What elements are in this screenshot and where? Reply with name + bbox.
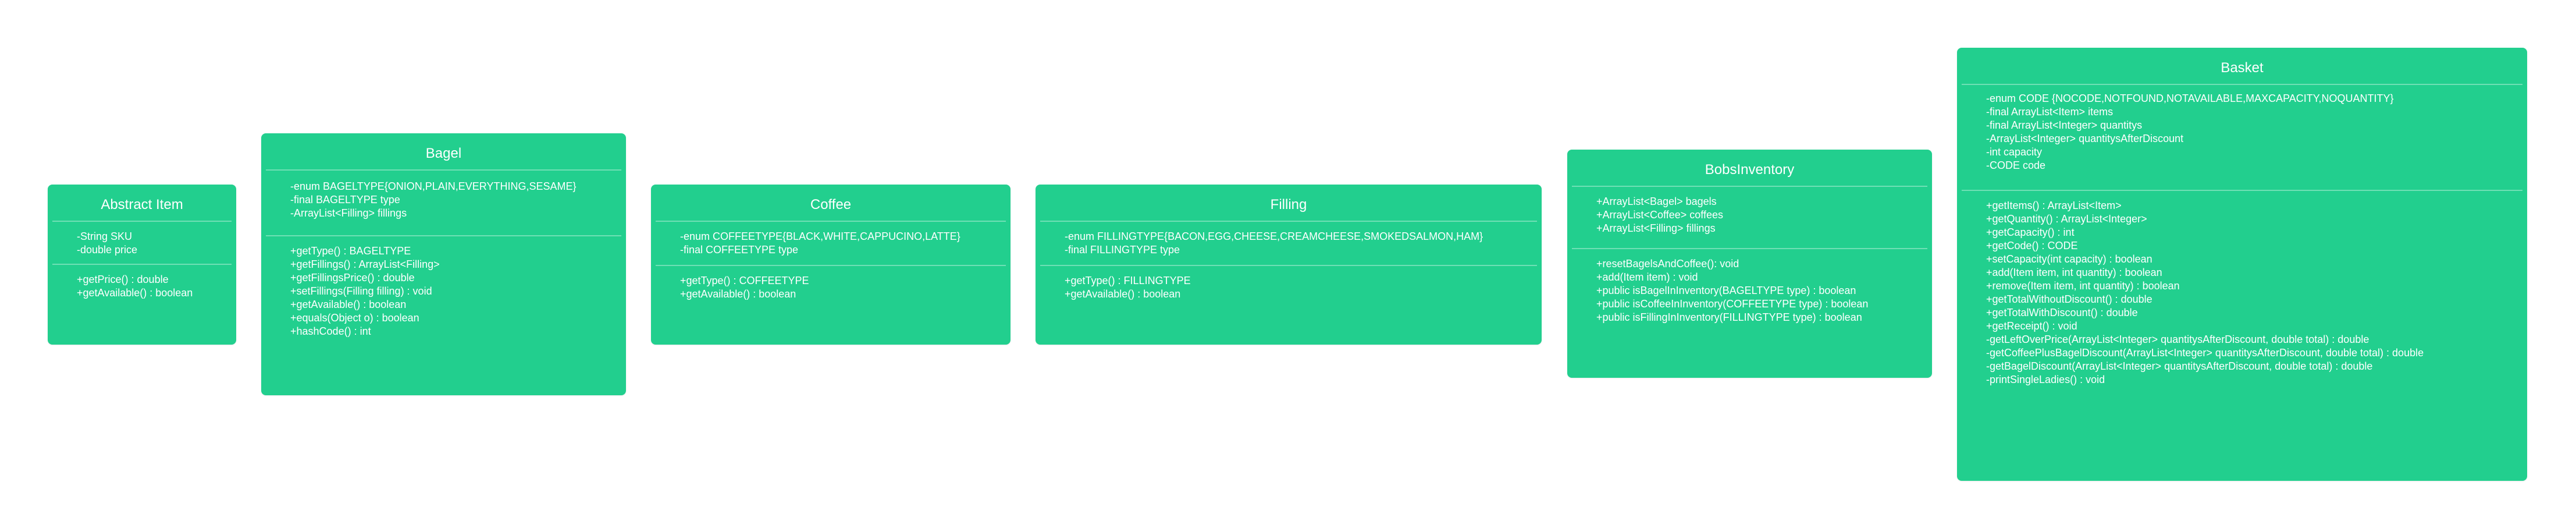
method: -getBagelDiscount(ArrayList<Integer> qua… (1986, 360, 2373, 372)
attribute: -final BAGELTYPE type (290, 194, 400, 205)
class-box-bobsinventory[interactable]: BobsInventory +ArrayList<Bagel> bagels +… (1567, 150, 1932, 378)
method: +getAvailable() : boolean (77, 287, 193, 299)
attribute: -enum FILLINGTYPE{BACON,EGG,CHEESE,CREAM… (1065, 231, 1483, 242)
method: +getCapacity() : int (1986, 226, 2075, 238)
method: +getItems() : ArrayList<Item> (1986, 200, 2122, 211)
method: +getAvailable() : boolean (680, 288, 796, 300)
methods-section: +getType() : COFFEETYPE +getAvailable() … (651, 266, 1011, 311)
method: +getType() : BAGELTYPE (290, 245, 411, 257)
method: +getCode() : CODE (1986, 240, 2078, 251)
class-name: Filling (1270, 197, 1307, 212)
attribute: +ArrayList<Coffee> coffees (1596, 209, 1723, 221)
method: +getPrice() : double (77, 274, 169, 285)
method: +hashCode() : int (290, 325, 371, 337)
attribute: -final ArrayList<Item> items (1986, 106, 2114, 118)
method: +setFillings(Filling filling) : void (290, 285, 432, 297)
attribute: -int capacity (1986, 146, 2043, 158)
attribute: +ArrayList<Filling> fillings (1596, 222, 1716, 234)
methods-section: +getType() : FILLINGTYPE +getAvailable()… (1036, 266, 1542, 311)
attributes-section: +ArrayList<Bagel> bagels +ArrayList<Coff… (1567, 187, 1932, 248)
attribute: +ArrayList<Bagel> bagels (1596, 196, 1717, 207)
method: +getAvailable() : boolean (1065, 288, 1181, 300)
attributes-section: -enum COFFEETYPE{BLACK,WHITE,CAPPUCINO,L… (651, 222, 1011, 265)
methods-section: +getPrice() : double +getAvailable() : b… (48, 265, 236, 310)
method: +resetBagelsAndCoffee(): void (1596, 258, 1739, 270)
methods-section: +getType() : BAGELTYPE +getFillings() : … (261, 236, 626, 349)
class-box-abstract-item[interactable]: Abstract Item -String SKU -double price … (48, 185, 236, 345)
attributes-section: -String SKU -double price (48, 222, 236, 264)
class-box-bagel[interactable]: Bagel -enum BAGELTYPE{ONION,PLAIN,EVERYT… (261, 133, 626, 395)
method: +getTotalWithDiscount() : double (1986, 307, 2138, 318)
class-name: BobsInventory (1705, 162, 1795, 178)
method: +getAvailable() : boolean (290, 299, 407, 310)
attribute: -ArrayList<Filling> fillings (290, 207, 407, 219)
method: +getType() : COFFEETYPE (680, 275, 809, 286)
class-name: Abstract Item (101, 197, 183, 212)
method: -getLeftOverPrice(ArrayList<Integer> qua… (1986, 334, 2369, 345)
method: +getFillings() : ArrayList<Filling> (290, 258, 440, 270)
attribute: -CODE code (1986, 160, 2046, 171)
class-name: Bagel (425, 146, 462, 161)
method: +public isBagelInInventory(BAGELTYPE typ… (1596, 285, 1856, 296)
attribute: -double price (77, 244, 138, 256)
attribute: -enum CODE {NOCODE,NOTFOUND,NOTAVAILABLE… (1986, 93, 2394, 104)
method: +remove(Item item, int quantity) : boole… (1986, 280, 2180, 292)
methods-section: +getItems() : ArrayList<Item> +getQuanti… (1957, 191, 2527, 397)
attributes-section: -enum FILLINGTYPE{BACON,EGG,CHEESE,CREAM… (1036, 222, 1542, 265)
method: +add(Item item, int quantity) : boolean (1986, 267, 2162, 278)
attributes-section: -enum BAGELTYPE{ONION,PLAIN,EVERYTHING,S… (261, 171, 626, 235)
method: +getType() : FILLINGTYPE (1065, 275, 1191, 286)
method: +public isFillingInInventory(FILLINGTYPE… (1596, 311, 1862, 323)
method: +public isCoffeeInInventory(COFFEETYPE t… (1596, 298, 1869, 310)
class-name: Basket (2221, 60, 2264, 76)
attribute: -final COFFEETYPE type (680, 244, 799, 256)
attribute: -String SKU (77, 231, 133, 242)
class-box-basket[interactable]: Basket -enum CODE {NOCODE,NOTFOUND,NOTAV… (1957, 48, 2527, 481)
attribute: -final ArrayList<Integer> quantitys (1986, 119, 2143, 131)
class-name: Coffee (810, 197, 852, 212)
method: +add(Item item) : void (1596, 271, 1698, 283)
attributes-section: -enum CODE {NOCODE,NOTFOUND,NOTAVAILABLE… (1957, 85, 2527, 190)
attribute: -enum BAGELTYPE{ONION,PLAIN,EVERYTHING,S… (290, 180, 577, 192)
method: -printSingleLadies() : void (1986, 374, 2105, 385)
attribute: -final FILLINGTYPE type (1065, 244, 1180, 256)
method: +getQuantity() : ArrayList<Integer> (1986, 213, 2147, 225)
method: +equals(Object o) : boolean (290, 312, 419, 324)
class-box-filling[interactable]: Filling -enum FILLINGTYPE{BACON,EGG,CHEE… (1036, 185, 1542, 345)
class-box-coffee[interactable]: Coffee -enum COFFEETYPE{BLACK,WHITE,CAPP… (651, 185, 1011, 345)
methods-section: +resetBagelsAndCoffee(): void +add(Item … (1567, 249, 1932, 335)
attribute: -ArrayList<Integer> quantitysAfterDiscou… (1986, 133, 2184, 144)
method: +setCapacity(int capacity) : boolean (1986, 253, 2152, 265)
attribute: -enum COFFEETYPE{BLACK,WHITE,CAPPUCINO,L… (680, 231, 960, 242)
method: +getFillingsPrice() : double (290, 272, 415, 284)
method: +getTotalWithoutDiscount() : double (1986, 293, 2152, 305)
method: -getCoffeePlusBagelDiscount(ArrayList<In… (1986, 347, 2424, 359)
method: +getReceipt() : void (1986, 320, 2077, 332)
